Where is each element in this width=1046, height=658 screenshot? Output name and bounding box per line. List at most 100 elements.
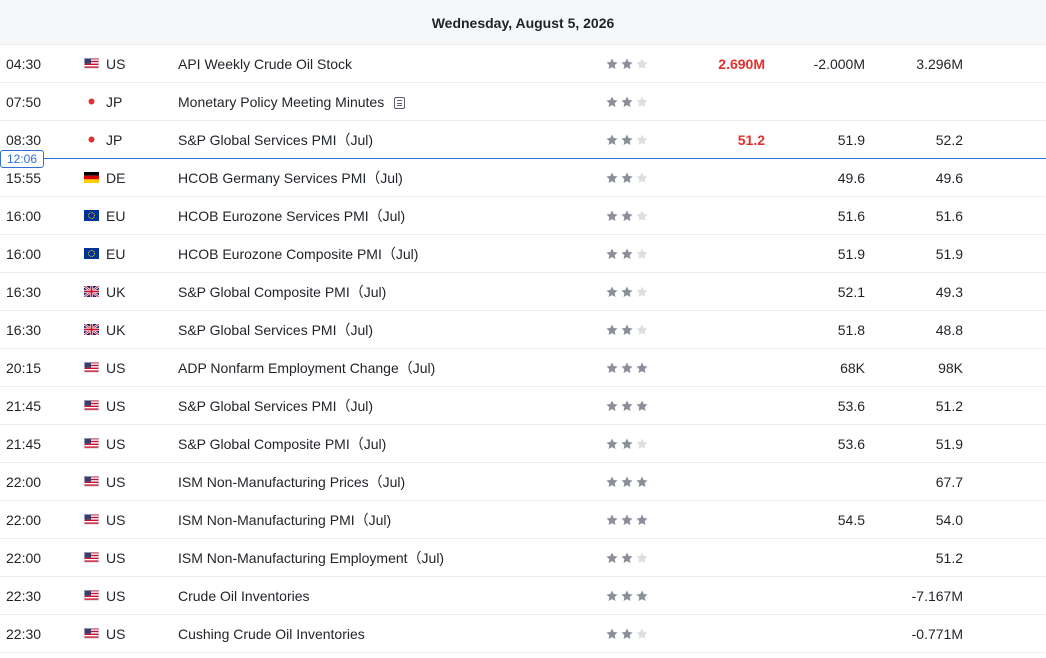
event-name-cell: ISM Non-Manufacturing PMI（Jul): [178, 501, 391, 538]
flag-us-icon: [84, 400, 99, 411]
star-empty-icon: [635, 132, 650, 148]
event-actual: 51.2: [737, 132, 765, 148]
event-country: US: [106, 56, 126, 72]
star-filled-icon: [635, 360, 650, 376]
event-row[interactable]: 16:30 UK S&P Global Composite PMI（Jul) 52.1…: [0, 273, 1046, 311]
star-filled-icon: [605, 246, 620, 262]
event-row[interactable]: 15:55 DE HCOB Germany Services PMI（Jul) 49.…: [0, 159, 1046, 197]
star-empty-icon: [635, 94, 650, 110]
star-filled-icon: [620, 170, 635, 186]
event-country: US: [106, 512, 126, 528]
event-row[interactable]: 04:30 US API Weekly Crude Oil Stock 2.690M -…: [0, 45, 1046, 83]
event-row[interactable]: 20:15 US ADP Nonfarm Employment Change（Jul…: [0, 349, 1046, 387]
event-previous: -0.771M: [911, 626, 963, 642]
event-name-cell: S&P Global Services PMI（Jul): [178, 311, 373, 348]
event-previous: 51.2: [935, 550, 963, 566]
event-row[interactable]: 07:50 JP Monetary Policy Meeting Minutes: [0, 83, 1046, 121]
event-time: 21:45: [6, 436, 42, 452]
star-filled-icon: [605, 512, 620, 528]
event-time: 16:30: [6, 284, 42, 300]
event-row[interactable]: 16:00 EU HCOB Eurozone Composite PMI（Jul) 5…: [0, 235, 1046, 273]
event-name: ISM Non-Manufacturing PMI（Jul): [178, 512, 392, 528]
document-icon[interactable]: [394, 97, 406, 109]
star-filled-icon: [605, 360, 620, 376]
star-empty-icon: [635, 626, 650, 642]
event-name: Crude Oil Inventories: [178, 588, 310, 604]
importance-stars: [605, 361, 650, 375]
event-name: HCOB Germany Services PMI（Jul): [178, 170, 403, 186]
flag-us-icon: [84, 552, 99, 563]
event-time: 07:50: [6, 94, 42, 110]
event-row[interactable]: 21:45 US S&P Global Services PMI（Jul) 53.6 5…: [0, 387, 1046, 425]
importance-stars: [605, 95, 650, 109]
event-row[interactable]: 21:45 US S&P Global Composite PMI（Jul) 53.6…: [0, 425, 1046, 463]
star-filled-icon: [620, 398, 635, 414]
event-name-cell: Crude Oil Inventories: [178, 577, 310, 614]
star-empty-icon: [635, 170, 650, 186]
flag-us-icon: [84, 590, 99, 601]
event-country: JP: [106, 132, 123, 148]
flag-eu-icon: [84, 248, 99, 259]
star-filled-icon: [605, 436, 620, 452]
event-country: US: [106, 398, 126, 414]
event-row[interactable]: 22:00 US ISM Non-Manufacturing PMI（Jul) 54.…: [0, 501, 1046, 539]
event-actual: 2.690M: [718, 56, 765, 72]
star-filled-icon: [605, 322, 620, 338]
event-forecast: 68K: [840, 360, 865, 376]
star-filled-icon: [620, 208, 635, 224]
star-filled-icon: [605, 398, 620, 414]
event-name-cell: Monetary Policy Meeting Minutes: [178, 83, 406, 120]
star-filled-icon: [605, 550, 620, 566]
event-time: 16:30: [6, 322, 42, 338]
economic-calendar: Wednesday, August 5, 2026 04:30 US API Wee…: [0, 0, 1046, 653]
flag-us-icon: [84, 362, 99, 373]
star-filled-icon: [620, 284, 635, 300]
star-filled-icon: [605, 626, 620, 642]
event-name: HCOB Eurozone Composite PMI（Jul): [178, 246, 419, 262]
flag-jp-icon: [84, 134, 99, 145]
event-name: S&P Global Services PMI（Jul): [178, 132, 374, 148]
event-time: 22:00: [6, 474, 42, 490]
importance-stars: [605, 475, 650, 489]
star-filled-icon: [620, 626, 635, 642]
event-time: 16:00: [6, 246, 42, 262]
event-name: S&P Global Composite PMI（Jul): [178, 436, 387, 452]
event-name-cell: ADP Nonfarm Employment Change（Jul): [178, 349, 435, 386]
event-previous: 98K: [938, 360, 963, 376]
star-empty-icon: [635, 56, 650, 72]
importance-stars: [605, 551, 650, 565]
event-name-cell: Cushing Crude Oil Inventories: [178, 615, 365, 652]
event-name-cell: S&P Global Services PMI（Jul): [178, 387, 373, 424]
event-row[interactable]: 22:30 US Cushing Crude Oil Inventories -0.7…: [0, 615, 1046, 653]
event-previous: 51.9: [935, 246, 963, 262]
event-forecast: 53.6: [837, 436, 865, 452]
event-row[interactable]: 22:00 US ISM Non-Manufacturing Employment（…: [0, 539, 1046, 577]
star-filled-icon: [620, 94, 635, 110]
importance-stars: [605, 323, 650, 337]
event-row[interactable]: 22:30 US Crude Oil Inventories -7.167M: [0, 577, 1046, 615]
event-row[interactable]: 08:30 JP S&P Global Services PMI（Jul) 51.2 5…: [0, 121, 1046, 159]
star-filled-icon: [620, 512, 635, 528]
event-country: US: [106, 588, 126, 604]
event-country: US: [106, 436, 126, 452]
star-filled-icon: [620, 588, 635, 604]
importance-stars: [605, 589, 650, 603]
star-filled-icon: [605, 94, 620, 110]
event-name: Monetary Policy Meeting Minutes: [178, 94, 385, 110]
event-row[interactable]: 16:00 EU HCOB Eurozone Services PMI（Jul) 51…: [0, 197, 1046, 235]
event-time: 04:30: [6, 56, 42, 72]
star-filled-icon: [620, 56, 635, 72]
event-name-cell: S&P Global Composite PMI（Jul): [178, 273, 386, 310]
event-row[interactable]: 16:30 UK S&P Global Services PMI（Jul) 51.8 4…: [0, 311, 1046, 349]
event-previous: 67.7: [935, 474, 963, 490]
flag-uk-icon: [84, 324, 99, 335]
event-forecast: 51.6: [837, 208, 865, 224]
star-filled-icon: [605, 132, 620, 148]
flag-uk-icon: [84, 286, 99, 297]
event-forecast: 49.6: [837, 170, 865, 186]
event-row[interactable]: 22:00 US ISM Non-Manufacturing Prices（Jul)…: [0, 463, 1046, 501]
flag-eu-icon: [84, 210, 99, 221]
event-name: HCOB Eurozone Services PMI（Jul): [178, 208, 406, 224]
event-country: DE: [106, 170, 126, 186]
event-name: Cushing Crude Oil Inventories: [178, 626, 365, 642]
